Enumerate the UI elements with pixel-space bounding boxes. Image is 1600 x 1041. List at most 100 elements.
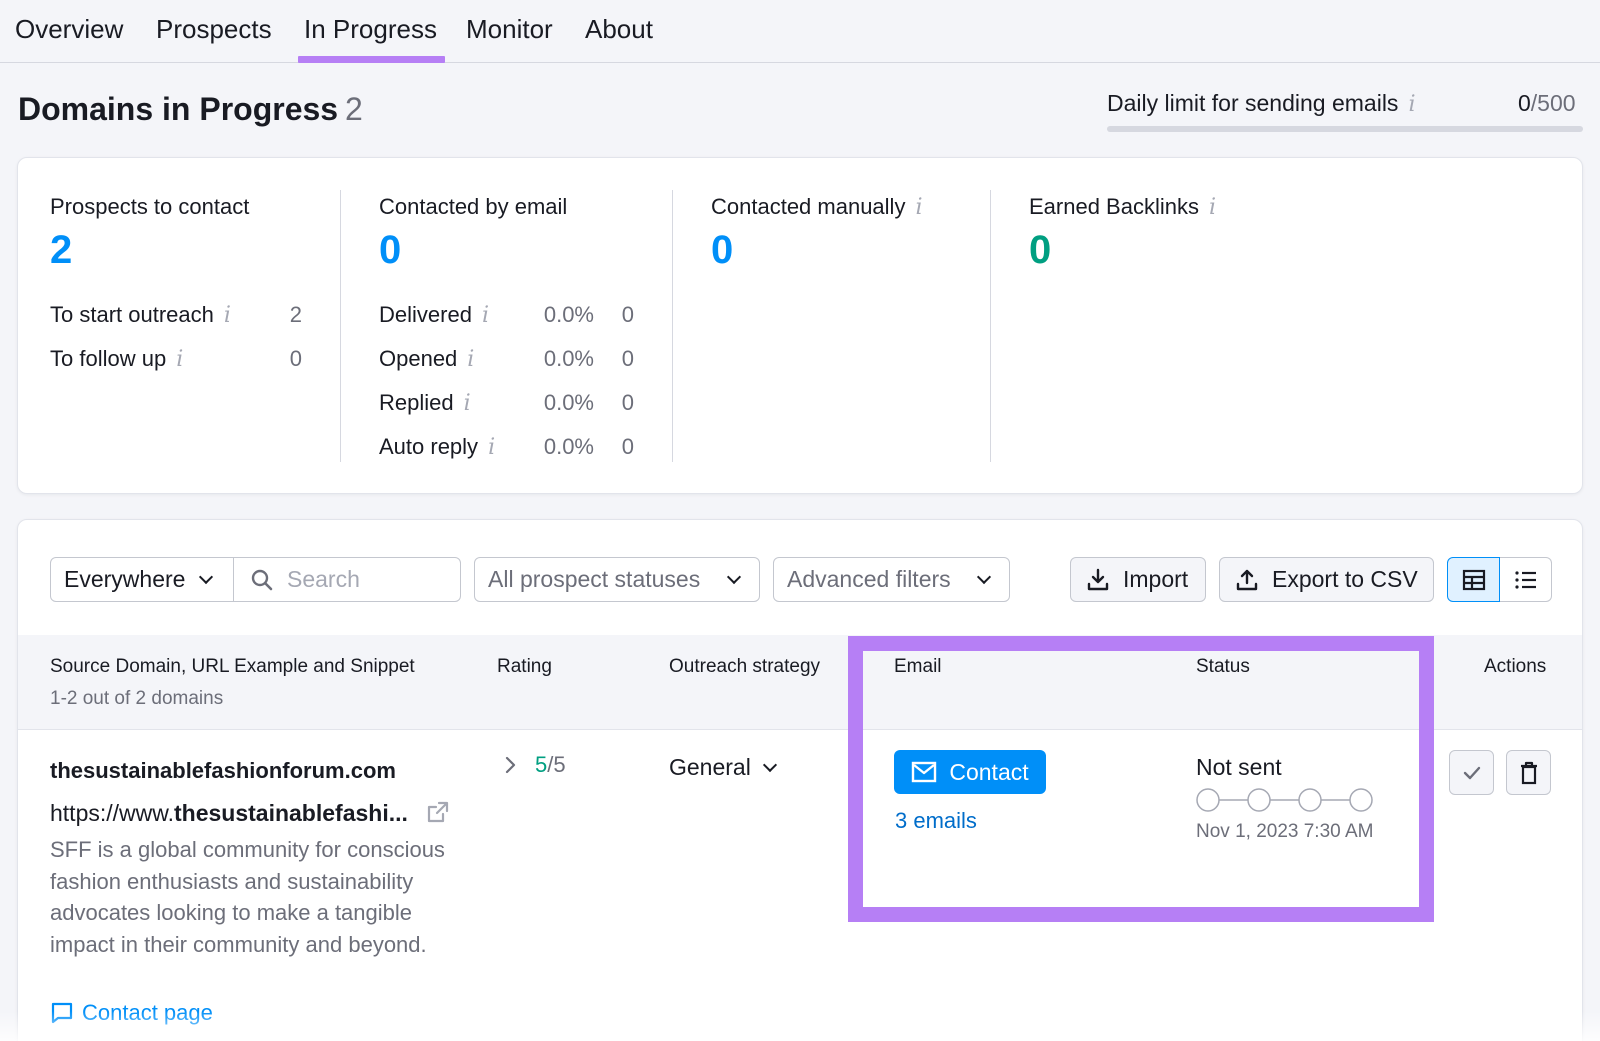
- tab-overview[interactable]: Overview: [15, 14, 123, 45]
- column-header-email[interactable]: Email: [894, 656, 942, 678]
- auto-reply-percent: 0.0%: [543, 434, 594, 459]
- advanced-filters-select[interactable]: Advanced filters: [773, 557, 1010, 602]
- page-title-count: 2: [345, 91, 363, 127]
- info-icon[interactable]: i: [224, 303, 231, 328]
- to-start-outreach-value[interactable]: 2: [270, 302, 302, 328]
- stats-divider: [990, 190, 991, 462]
- daily-limit-used: 0: [1518, 90, 1531, 116]
- chevron-right-icon[interactable]: [505, 756, 517, 774]
- advanced-filters-label: Advanced filters: [787, 566, 951, 592]
- to-start-outreach-text: To start outreach: [50, 302, 214, 327]
- contacted-by-email-title: Contacted by email: [379, 194, 568, 219]
- scope-select[interactable]: Everywhere: [50, 557, 234, 602]
- chevron-down-icon: [726, 569, 742, 585]
- earned-backlinks-value: 0: [1029, 228, 1052, 272]
- status-step: [1196, 788, 1220, 812]
- contacted-manually-text: Contacted manually: [711, 194, 906, 219]
- page-title: Domains in Progress: [18, 91, 339, 127]
- status-steps: [1196, 788, 1373, 812]
- contacted-by-email-value: 0: [379, 228, 402, 272]
- prospects-to-contact-value: 2: [50, 228, 73, 272]
- top-nav: Overview Prospects In Progress Monitor A…: [0, 0, 1600, 63]
- list-view-toggle[interactable]: [1500, 557, 1552, 602]
- daily-limit-total: /500: [1530, 90, 1576, 116]
- export-csv-button[interactable]: Export to CSV: [1219, 557, 1434, 602]
- delivered-label: Delivered i: [379, 302, 489, 328]
- info-icon[interactable]: i: [488, 435, 495, 460]
- column-header-source[interactable]: Source Domain, URL Example and Snippet: [50, 656, 415, 678]
- daily-limit-label: Daily limit for sending emails i: [1107, 90, 1415, 117]
- list-icon: [1514, 570, 1536, 589]
- trash-icon: [1520, 761, 1537, 784]
- rating-value: 5: [535, 752, 548, 777]
- external-link-icon[interactable]: [426, 800, 450, 824]
- row-snippet: SFF is a global community for conscious …: [50, 837, 445, 957]
- to-follow-up-text: To follow up: [50, 346, 167, 371]
- column-header-outreach-strategy[interactable]: Outreach strategy: [669, 656, 820, 678]
- daily-limit-text: Daily limit for sending emails: [1107, 90, 1399, 116]
- info-icon[interactable]: i: [464, 391, 471, 416]
- outreach-strategy-select[interactable]: General: [669, 754, 777, 781]
- contact-button[interactable]: Contact: [894, 750, 1046, 794]
- opened-label: Opened i: [379, 346, 474, 372]
- info-icon[interactable]: i: [1408, 92, 1415, 117]
- to-follow-up-label: To follow up i: [50, 346, 183, 372]
- replied-text: Replied: [379, 390, 454, 415]
- table-view-toggle[interactable]: [1447, 557, 1500, 602]
- info-icon[interactable]: i: [176, 347, 183, 372]
- chevron-down-icon: [762, 757, 777, 772]
- chevron-down-icon: [976, 569, 992, 585]
- prospect-status-value: All prospect statuses: [488, 566, 701, 592]
- chat-bubble-icon: [51, 1002, 73, 1024]
- table-icon: [1462, 569, 1485, 590]
- opened-text: Opened: [379, 346, 458, 371]
- replied-percent: 0.0%: [543, 390, 594, 415]
- chevron-down-icon: [199, 569, 214, 584]
- info-icon[interactable]: i: [482, 303, 489, 328]
- stats-divider: [672, 190, 673, 462]
- column-header-rating[interactable]: Rating: [497, 656, 552, 678]
- prospect-status-select[interactable]: All prospect statuses: [474, 557, 760, 602]
- check-icon: [1463, 766, 1480, 779]
- scope-select-value: Everywhere: [64, 566, 186, 592]
- contact-page-link[interactable]: Contact page: [50, 1000, 213, 1026]
- daily-limit-value: 0/500: [1518, 90, 1576, 117]
- row-domain[interactable]: thesustainablefashionforum.com: [50, 758, 396, 784]
- to-follow-up-value: 0: [289, 346, 302, 371]
- auto-reply-label: Auto reply i: [379, 434, 495, 460]
- tab-prospects[interactable]: Prospects: [156, 14, 272, 45]
- email-status: Not sent: [1196, 754, 1282, 780]
- auto-reply-text: Auto reply: [379, 434, 479, 459]
- replied-count: 0: [621, 390, 634, 415]
- table-header: [18, 635, 1582, 730]
- status-step: [1298, 788, 1322, 812]
- emails-link[interactable]: 3 emails: [895, 808, 977, 834]
- row-url-domain: thesustainablefashi...: [173, 800, 408, 826]
- search-input[interactable]: Search: [233, 557, 461, 602]
- row-url-prefix: https://www.: [50, 800, 174, 826]
- tab-about[interactable]: About: [585, 14, 653, 45]
- tab-monitor[interactable]: Monitor: [466, 14, 553, 45]
- opened-count: 0: [621, 346, 634, 371]
- info-icon[interactable]: i: [467, 347, 474, 372]
- info-icon[interactable]: i: [1209, 195, 1216, 220]
- import-button[interactable]: Import: [1070, 557, 1206, 602]
- column-header-actions: Actions: [1484, 656, 1547, 677]
- mail-icon: [912, 761, 937, 783]
- status-step: [1247, 788, 1271, 812]
- upload-icon: [1236, 569, 1258, 590]
- info-icon[interactable]: i: [915, 195, 922, 220]
- row-url[interactable]: https://www.thesustainablefashi...: [50, 800, 450, 827]
- delete-button[interactable]: [1506, 750, 1551, 795]
- contact-button-label: Contact: [949, 758, 1029, 785]
- prospects-to-contact-title: Prospects to contact: [50, 194, 250, 219]
- search-placeholder: Search: [287, 566, 360, 592]
- contacted-manually-value: 0: [711, 228, 734, 272]
- mark-done-button[interactable]: [1449, 750, 1494, 795]
- column-header-source-count: 1-2 out of 2 domains: [50, 688, 224, 709]
- stats-divider: [340, 190, 341, 462]
- column-header-status[interactable]: Status: [1196, 656, 1250, 678]
- status-step: [1349, 788, 1373, 812]
- row-rating[interactable]: 5/5: [505, 752, 566, 778]
- tab-in-progress[interactable]: In Progress: [304, 14, 437, 45]
